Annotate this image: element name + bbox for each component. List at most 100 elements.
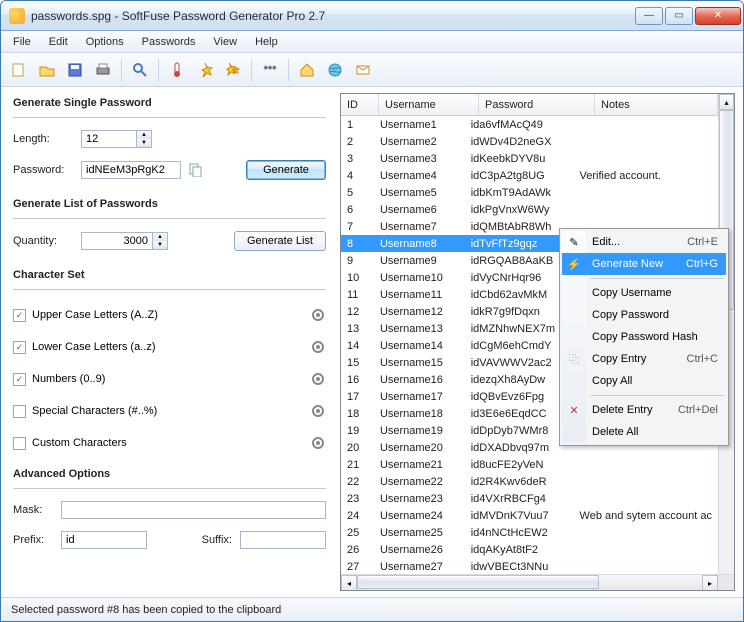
password-label: Password: <box>13 164 73 176</box>
table-row[interactable]: 22Username22id2R4Kwv6deR <box>341 473 718 490</box>
new-icon[interactable] <box>7 58 31 82</box>
special-label: Special Characters (#..%) <box>32 405 157 417</box>
x-icon: ✕ <box>566 402 582 418</box>
left-panel: Generate Single Password Length: ▲▼ Pass… <box>1 87 336 597</box>
table-row[interactable]: 21Username21id8ucFE2yVeN <box>341 456 718 473</box>
gear-icon[interactable] <box>310 403 326 419</box>
col-notes[interactable]: Notes <box>595 94 718 115</box>
save-icon[interactable] <box>63 58 87 82</box>
numbers-checkbox[interactable]: ✓ <box>13 373 26 386</box>
copy-icon: ⿻ <box>566 351 582 367</box>
length-spinner[interactable]: ▲▼ <box>136 130 152 148</box>
ctx-copy-password-hash[interactable]: Copy Password Hash <box>562 326 726 348</box>
table-row[interactable]: 25Username25id4nNCtHcEW2 <box>341 524 718 541</box>
generate-list-button[interactable]: Generate List <box>234 231 326 251</box>
lower-checkbox[interactable]: ✓ <box>13 341 26 354</box>
length-label: Length: <box>13 133 73 145</box>
password-output[interactable] <box>81 161 181 179</box>
mask-label: Mask: <box>13 504 53 516</box>
ctx-copy-username[interactable]: Copy Username <box>562 282 726 304</box>
section-list-title: Generate List of Passwords <box>13 198 326 210</box>
globe-icon[interactable] <box>323 58 347 82</box>
table-row[interactable]: 26Username26idqAKyAt8tF2 <box>341 541 718 558</box>
ctx-edit-[interactable]: ✎Edit...Ctrl+E <box>562 231 726 253</box>
gear-icon[interactable] <box>310 435 326 451</box>
ctx-copy-entry[interactable]: ⿻Copy EntryCtrl+C <box>562 348 726 370</box>
menu-edit[interactable]: Edit <box>41 34 76 50</box>
pencil-icon: ✎ <box>566 234 582 250</box>
section-advanced-title: Advanced Options <box>13 468 326 480</box>
ctx-copy-password[interactable]: Copy Password <box>562 304 726 326</box>
menubar: File Edit Options Passwords View Help <box>1 31 743 53</box>
minimize-button[interactable]: — <box>635 7 663 25</box>
menu-passwords[interactable]: Passwords <box>134 34 204 50</box>
table-row[interactable]: 27Username27idwVBECt3NNu <box>341 558 718 574</box>
mail-icon[interactable] <box>351 58 375 82</box>
numbers-label: Numbers (0..9) <box>32 373 105 385</box>
table-row[interactable]: 24Username24idMVDnK7Vuu7Web and sytem ac… <box>341 507 718 524</box>
thermometer-icon[interactable] <box>165 58 189 82</box>
table-row[interactable]: 1Username1ida6vfMAcQ49 <box>341 116 718 133</box>
copy-icon[interactable] <box>189 163 203 177</box>
table-row[interactable]: 4Username4idC3pA2tg8UGVerified account. <box>341 167 718 184</box>
menu-view[interactable]: View <box>205 34 245 50</box>
special-checkbox[interactable] <box>13 405 26 418</box>
bolt-icon: ⚡ <box>566 256 582 272</box>
generate-list-icon[interactable] <box>221 58 245 82</box>
custom-label: Custom Characters <box>32 437 127 449</box>
main-window: passwords.spg - SoftFuse Password Genera… <box>0 0 744 622</box>
scroll-right-icon[interactable]: ▸ <box>702 575 718 591</box>
open-icon[interactable] <box>35 58 59 82</box>
maximize-button[interactable]: ▭ <box>665 7 693 25</box>
prefix-label: Prefix: <box>13 534 53 546</box>
mask-icon[interactable]: *** <box>258 58 282 82</box>
upper-checkbox[interactable]: ✓ <box>13 309 26 322</box>
window-title: passwords.spg - SoftFuse Password Genera… <box>31 9 635 23</box>
horizontal-scrollbar[interactable]: ◂ ▸ <box>341 574 734 590</box>
section-single-title: Generate Single Password <box>13 97 326 109</box>
gear-icon[interactable] <box>310 339 326 355</box>
table-row[interactable]: 6Username6idkPgVnxW6Wy <box>341 201 718 218</box>
upper-label: Upper Case Letters (A..Z) <box>32 309 158 321</box>
gear-icon[interactable] <box>310 307 326 323</box>
table-row[interactable]: 3Username3idKeebkDYV8u <box>341 150 718 167</box>
search-icon[interactable] <box>128 58 152 82</box>
table-row[interactable]: 23Username23id4VXrRBCFg4 <box>341 490 718 507</box>
col-password[interactable]: Password <box>479 94 595 115</box>
titlebar[interactable]: passwords.spg - SoftFuse Password Genera… <box>1 1 743 31</box>
length-input[interactable] <box>81 130 137 148</box>
close-button[interactable]: ✕ <box>695 7 741 25</box>
quantity-label: Quantity: <box>13 235 73 247</box>
print-icon[interactable] <box>91 58 115 82</box>
prefix-input[interactable] <box>61 531 147 549</box>
quantity-input[interactable] <box>81 232 153 250</box>
col-id[interactable]: ID <box>341 94 379 115</box>
grid-header: ID Username Password Notes <box>341 94 718 116</box>
custom-checkbox[interactable] <box>13 437 26 450</box>
lower-label: Lower Case Letters (a..z) <box>32 341 156 353</box>
suffix-input[interactable] <box>240 531 326 549</box>
context-menu: ✎Edit...Ctrl+E⚡Generate NewCtrl+G Copy Us… <box>559 228 729 446</box>
generate-single-icon[interactable] <box>193 58 217 82</box>
status-text: Selected password #8 has been copied to … <box>11 604 281 616</box>
menu-help[interactable]: Help <box>247 34 286 50</box>
menu-options[interactable]: Options <box>78 34 132 50</box>
section-charset-title: Character Set <box>13 269 326 281</box>
home-icon[interactable] <box>295 58 319 82</box>
menu-file[interactable]: File <box>5 34 39 50</box>
status-bar: Selected password #8 has been copied to … <box>1 597 743 621</box>
gear-icon[interactable] <box>310 371 326 387</box>
ctx-generate-new[interactable]: ⚡Generate NewCtrl+G <box>562 253 726 275</box>
toolbar: *** <box>1 53 743 87</box>
table-row[interactable]: 5Username5idbKmT9AdAWk <box>341 184 718 201</box>
mask-input[interactable] <box>61 501 326 519</box>
scroll-left-icon[interactable]: ◂ <box>341 575 357 591</box>
generate-button[interactable]: Generate <box>246 160 326 180</box>
col-username[interactable]: Username <box>379 94 479 115</box>
app-icon <box>9 8 25 24</box>
ctx-copy-all[interactable]: Copy All <box>562 370 726 392</box>
ctx-delete-all[interactable]: Delete All <box>562 421 726 443</box>
quantity-spinner[interactable]: ▲▼ <box>152 232 168 250</box>
ctx-delete-entry[interactable]: ✕Delete EntryCtrl+Del <box>562 399 726 421</box>
table-row[interactable]: 2Username2idWDv4D2neGX <box>341 133 718 150</box>
